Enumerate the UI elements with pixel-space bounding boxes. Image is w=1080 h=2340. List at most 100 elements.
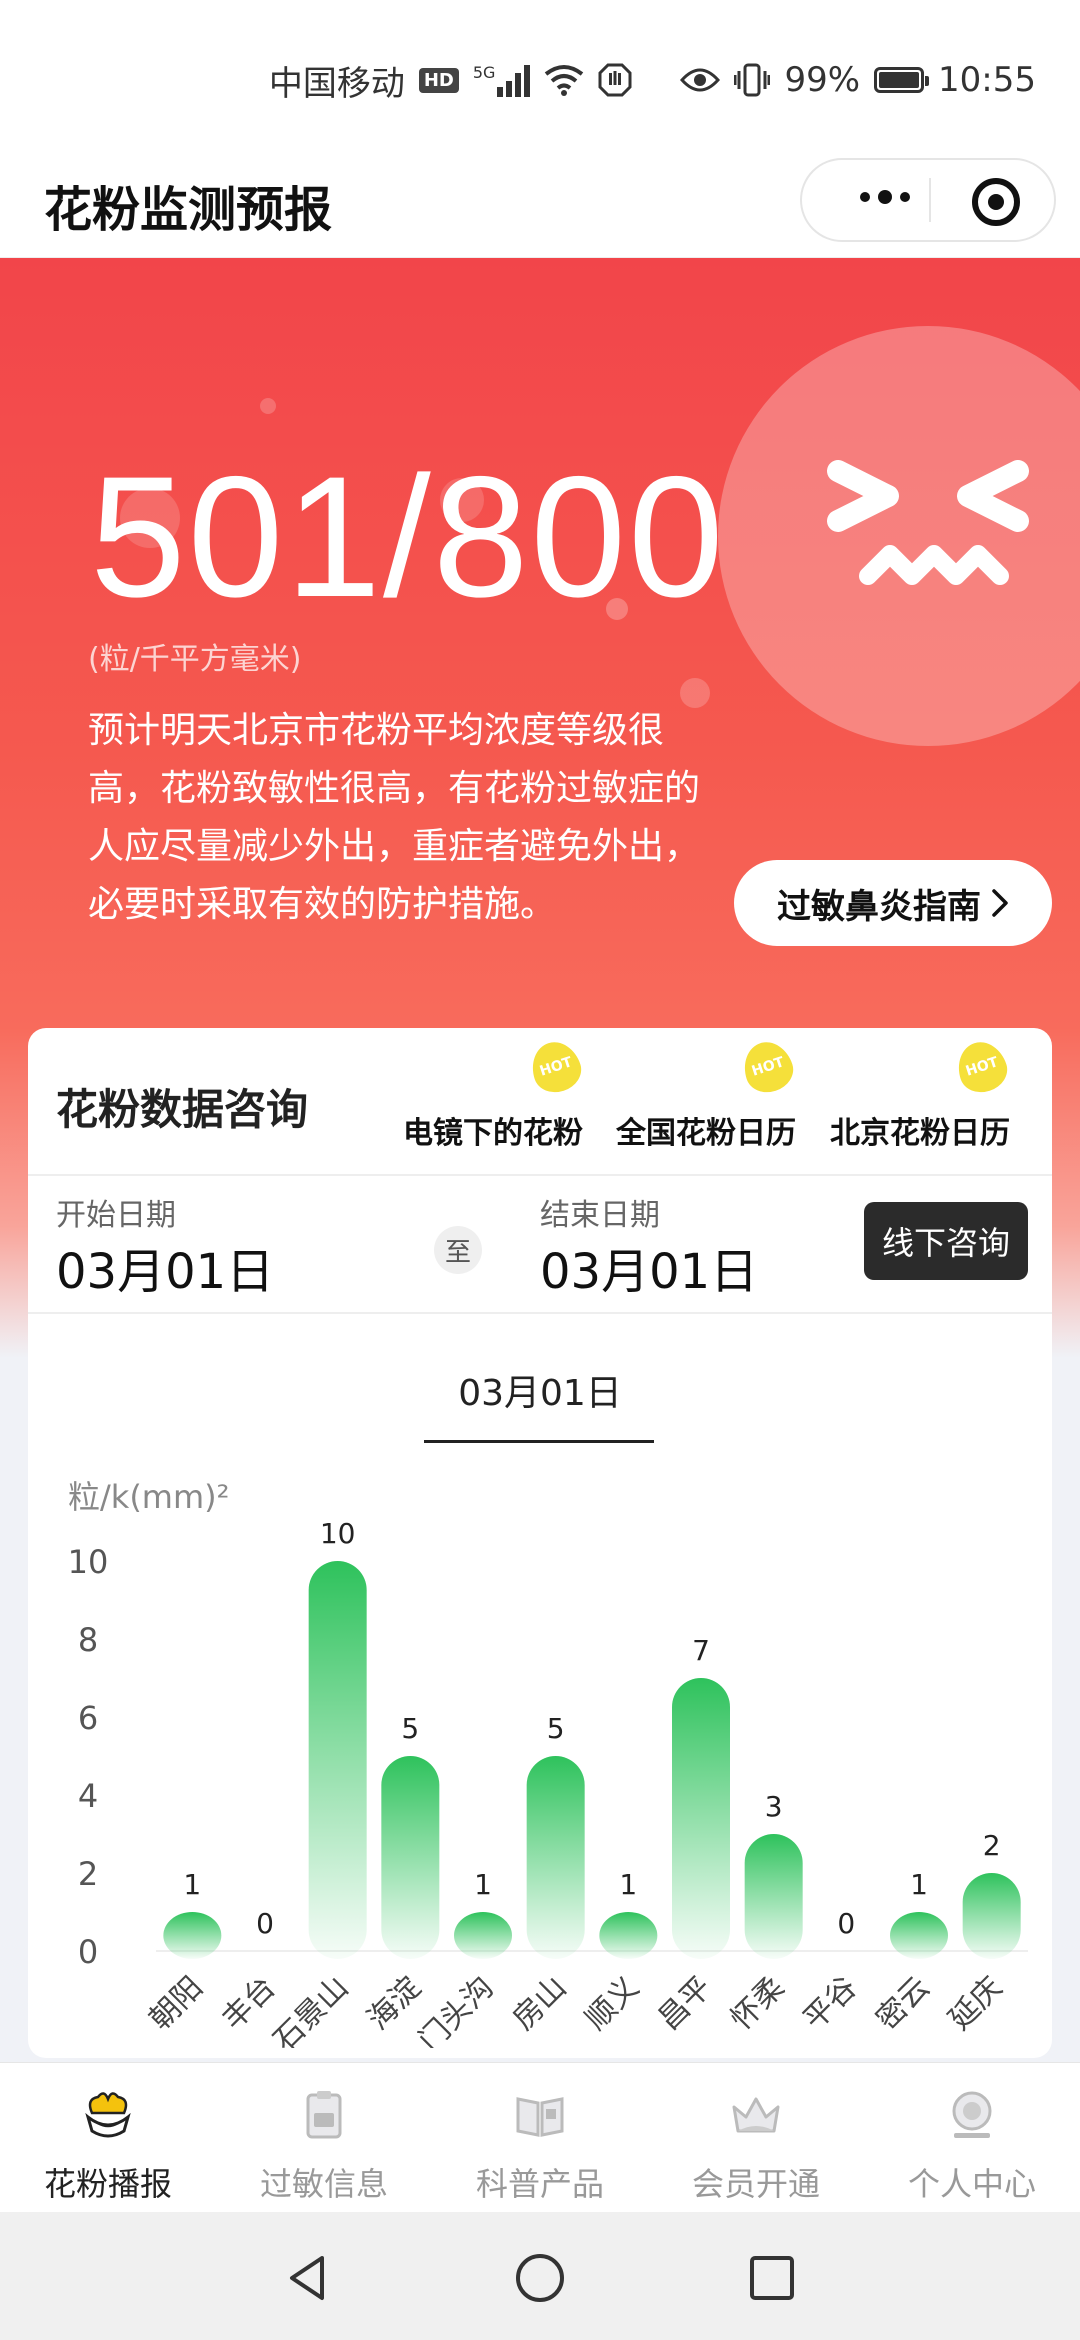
y-tick-label: 10 [68, 1543, 109, 1581]
y-tick-label: 4 [78, 1777, 98, 1815]
x-tick-label: 怀柔 [724, 1970, 791, 2037]
bar [526, 1756, 585, 1959]
bar-value-label: 10 [320, 1517, 356, 1550]
forecast-description: 预计明天北京市花粉平均浓度等级很高，花粉致敏性很高，有花粉过敏症的人应尽量减少外… [88, 710, 701, 925]
y-tick-label: 6 [78, 1699, 98, 1737]
tab-label: 会员开通 [691, 2165, 820, 2203]
start-date-label: 开始日期 [56, 1198, 176, 1233]
bar [890, 1912, 948, 1959]
tab-profile[interactable]: 个人中心 [864, 2063, 1080, 2213]
flower-icon [85, 2092, 131, 2138]
bar-value-label: 0 [256, 1907, 274, 1940]
rhinitis-guide-button[interactable]: 过敏鼻炎指南 [734, 860, 1052, 946]
tab-pollen-report[interactable]: 花粉播报 [0, 2063, 216, 2213]
user-icon [952, 2091, 992, 2138]
capsule-divider [929, 178, 931, 222]
end-date-picker[interactable]: 03月01日 [540, 1232, 758, 1302]
tab-science-products[interactable]: 科普产品 [432, 2063, 648, 2213]
chart-date-title: 03月01日 [458, 1373, 622, 1414]
tab-allergy-info[interactable]: 过敏信息 [216, 2063, 432, 2213]
bar-value-label: 7 [692, 1634, 710, 1667]
y-tick-label: 8 [78, 1621, 98, 1659]
x-tick-label: 密云 [869, 1970, 936, 2037]
recents-icon[interactable] [744, 2250, 800, 2306]
close-target-icon[interactable] [972, 178, 1020, 226]
network-type: 5G [472, 63, 496, 82]
national-calendar-link[interactable]: 全国花粉日历 [616, 1108, 796, 1152]
bar-value-label: 1 [474, 1868, 492, 1901]
back-icon[interactable] [280, 2250, 336, 2306]
book-icon [516, 2097, 564, 2137]
beijing-calendar-link[interactable]: 北京花粉日历 [830, 1108, 1010, 1152]
start-date-picker[interactable]: 03月01日 [56, 1232, 274, 1302]
eye-icon [680, 68, 721, 92]
bar-value-label: 5 [401, 1712, 419, 1745]
y-tick-label: 2 [78, 1855, 98, 1893]
microscope-pollen-link[interactable]: 电镜下的花粉 [403, 1108, 583, 1152]
tab-label: 花粉播报 [43, 2165, 172, 2203]
x-tick-label: 顺义 [579, 1970, 646, 2037]
to-separator: 至 [434, 1226, 482, 1274]
wifi-icon [545, 65, 584, 96]
bottom-tab-bar: 花粉播报 过敏信息 科普产品 会员开通 个人中心 [0, 2062, 1080, 2213]
chevron-right-icon [992, 889, 1008, 917]
y-axis-label: 粒/k(mm)² [68, 1478, 229, 1516]
bar [962, 1873, 1021, 1959]
bar [454, 1912, 512, 1959]
mini-program-capsule [800, 158, 1056, 242]
x-tick-label: 昌平 [651, 1970, 718, 2037]
hd-badge: HD [418, 67, 459, 93]
bar [599, 1912, 658, 1959]
clipboard-icon [306, 2091, 342, 2139]
bar [744, 1834, 803, 1959]
x-tick-label: 石景山 [267, 1970, 355, 2048]
bar-value-label: 0 [837, 1907, 855, 1940]
chart-date-underline [424, 1440, 654, 1443]
x-tick-label: 门头沟 [412, 1970, 500, 2048]
bar-value-label: 5 [547, 1712, 565, 1745]
concentration-unit: (粒/千平方毫米) [88, 642, 302, 677]
signal-icon: 5G [473, 63, 531, 97]
bar [163, 1912, 222, 1959]
pollen-bar-chart: 粒/k(mm)²02468101朝阳0丰台10石景山5海淀1门头沟5房山1顺义7… [68, 1478, 1028, 2048]
x-tick-label: 延庆 [942, 1970, 1009, 2037]
end-date-label: 结束日期 [540, 1198, 660, 1233]
crown-icon [732, 2097, 780, 2133]
clock: 10:55 [938, 60, 1036, 100]
more-menu-icon[interactable] [860, 190, 910, 204]
home-icon[interactable] [512, 2250, 568, 2306]
hot-badge-icon: HOT [737, 1035, 799, 1099]
title-bar: 花粉监测预报 [0, 150, 1080, 258]
date-range-row: 开始日期 03月01日 至 结束日期 03月01日 线下咨询 [28, 1176, 1052, 1314]
card-header: 花粉数据咨询 HOT 电镜下的花粉 HOT 全国花粉日历 HOT 北京花粉日历 [28, 1028, 1052, 1176]
angry-face-icon [718, 326, 1080, 746]
tab-label: 科普产品 [475, 2165, 604, 2203]
tab-label: 个人中心 [907, 2165, 1036, 2203]
bar-value-label: 1 [910, 1868, 928, 1901]
pollen-data-card: 花粉数据咨询 HOT 电镜下的花粉 HOT 全国花粉日历 HOT 北京花粉日历 … [28, 1028, 1052, 2058]
page-title: 花粉监测预报 [44, 182, 333, 238]
x-tick-label: 朝阳 [143, 1970, 210, 2037]
hand-icon [598, 63, 632, 97]
card-title: 花粉数据咨询 [56, 1085, 309, 1134]
status-bar: 中国移动 HD 5G 99% 10:55 [0, 0, 1080, 150]
x-tick-label: 平谷 [797, 1970, 864, 2037]
carrier-name: 中国移动 [268, 63, 405, 104]
bar-value-label: 1 [183, 1868, 201, 1901]
hot-badge-icon: HOT [525, 1035, 587, 1099]
bar-value-label: 3 [765, 1790, 783, 1823]
tab-label: 过敏信息 [259, 2165, 388, 2203]
tab-membership[interactable]: 会员开通 [648, 2063, 864, 2213]
system-nav-bar [0, 2212, 1080, 2340]
hot-badge-icon: HOT [951, 1035, 1013, 1099]
battery-percent: 99% [784, 60, 861, 100]
status-icons: 中国移动 HD 5G 99% 10:55 [269, 52, 1036, 108]
pollen-concentration: 501/800 [90, 441, 726, 633]
vibrate-icon [734, 63, 771, 97]
x-tick-label: 房山 [506, 1970, 573, 2037]
offline-consult-button[interactable]: 线下咨询 [864, 1202, 1028, 1280]
bar [308, 1561, 367, 1959]
battery-icon [874, 67, 930, 93]
bar [381, 1756, 440, 1959]
bar-value-label: 2 [983, 1829, 1001, 1862]
